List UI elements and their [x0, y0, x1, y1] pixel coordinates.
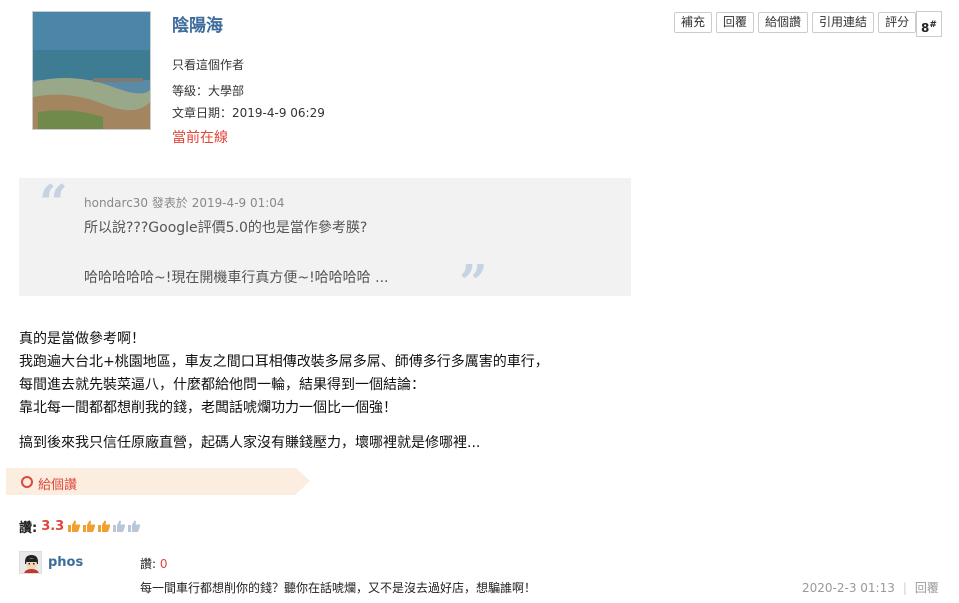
only-this-author-link[interactable]: 只看這個作者 — [172, 56, 244, 73]
comment-meta: 2020-2-3 01:13 | 回覆 — [802, 579, 939, 596]
floor-number[interactable]: 8# — [916, 11, 942, 37]
comment-separator: | — [902, 581, 907, 595]
online-status: 當前在線 — [172, 130, 228, 146]
give-like-button[interactable]: 給個讚 — [758, 12, 809, 33]
comment-rating-value: 0 — [159, 557, 168, 571]
thumbs-up-icon — [97, 519, 112, 534]
commenter-name[interactable]: phos — [48, 555, 83, 570]
thumbs-up-icon — [112, 519, 127, 534]
quote-close-icon: ” — [459, 253, 488, 312]
author-level: 等級：大學部 — [172, 84, 245, 98]
comment-rating: 讚: 0 — [140, 555, 168, 572]
post-toolbar: 補充 回覆 給個讚 引用連結 評分 — [674, 12, 917, 33]
comment-reply-link[interactable]: 回覆 — [915, 581, 939, 595]
post-date: 文章日期：2019-4-9 06:29 — [172, 106, 325, 120]
floor-number-suffix: # — [929, 20, 937, 30]
post-line: 搞到後來我只信任原廠直營，起碼人家沒有賺錢壓力，壞哪裡就是修哪裡... — [19, 435, 481, 451]
give-like-label: 給個讚 — [38, 478, 78, 493]
quote-block: “ hondarc30 發表於 2019-4-9 01:04 所以說???Goo… — [19, 173, 631, 308]
post-rating: 讚: 3.3 — [19, 517, 142, 536]
post-line: 靠北每一間都都想削我的錢，老闆話唬爛功力一個比一個強！ — [19, 400, 397, 416]
thumbs-up-icon — [67, 519, 82, 534]
comment-text: 每一間車行都想削你的錢？聽你在話唬爛，又不是沒去過好店，想騙誰啊！ — [140, 581, 537, 595]
rating-label: 讚: — [19, 521, 38, 536]
supplement-button[interactable]: 補充 — [674, 12, 713, 33]
quote-line: 哈哈哈哈哈~!現在開機車行真方便~!哈哈哈哈 ... — [84, 270, 389, 286]
author-name[interactable]: 陰陽海 — [172, 11, 223, 36]
post-line: 我跑遍大台北+桃園地區，車友之間口耳相傳改裝多屌多屌、師傅多行多厲害的車行， — [19, 354, 549, 370]
quote-line: 所以說???Google評價5.0的也是當作參考朠? — [84, 220, 368, 236]
rating-value: 3.3 — [41, 519, 65, 534]
thumbs-up-icon — [127, 519, 142, 534]
rating-thumbs — [67, 519, 142, 534]
quote-open-icon: “ — [39, 173, 68, 232]
give-like-bar[interactable]: 給個讚 — [6, 468, 310, 495]
comment-rating-label: 讚: — [140, 557, 157, 571]
commenter-avatar[interactable] — [19, 551, 42, 574]
rate-button[interactable]: 評分 — [878, 12, 917, 33]
author-avatar[interactable] — [32, 11, 151, 130]
comment-date: 2020-2-3 01:13 — [802, 581, 895, 595]
post-line: 每間進去就先裝菜逼八，什麼都給他問一輪，結果得到一個結論： — [19, 377, 425, 393]
thumbs-up-icon — [82, 519, 97, 534]
quote-meta: hondarc30 發表於 2019-4-9 01:04 — [84, 196, 285, 210]
quote-link-button[interactable]: 引用連結 — [812, 12, 875, 33]
reply-button[interactable]: 回覆 — [716, 12, 755, 33]
post-body: 真的是當做參考啊！ 我跑遍大台北+桃園地區，車友之間口耳相傳改裝多屌多屌、師傅多… — [19, 328, 549, 455]
post-line: 真的是當做參考啊！ — [19, 331, 145, 347]
circle-icon — [21, 476, 33, 488]
